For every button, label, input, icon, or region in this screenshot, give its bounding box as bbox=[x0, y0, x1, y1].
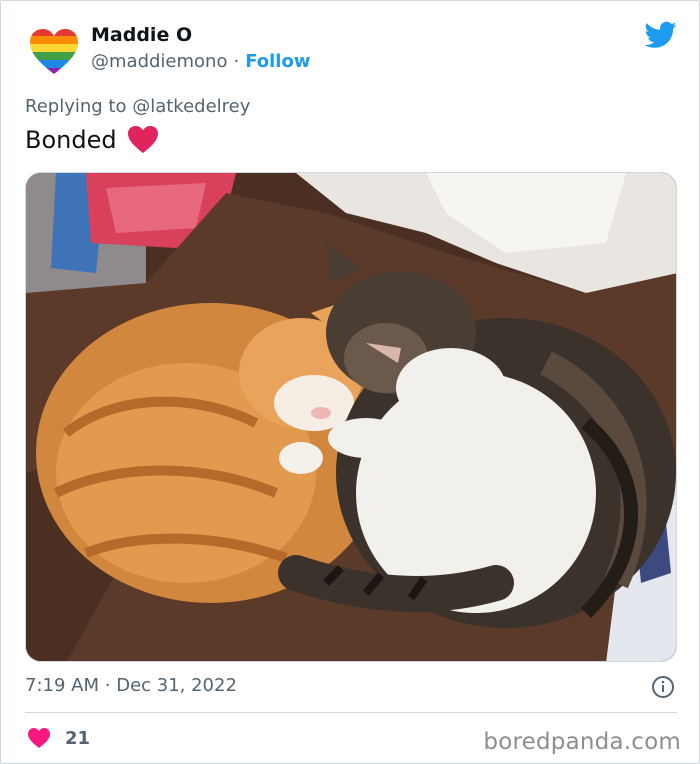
tweet-time: 7:19 AM bbox=[25, 675, 99, 696]
tweet-text-content: Bonded bbox=[25, 125, 117, 154]
tweet-text: Bonded bbox=[25, 125, 159, 154]
timestamp-separator: · bbox=[104, 675, 111, 696]
reply-prefix: Replying to bbox=[25, 96, 127, 117]
boredpanda-watermark: boredpanda.com bbox=[483, 729, 681, 755]
footer-divider bbox=[25, 712, 677, 713]
heart-icon bbox=[28, 728, 50, 748]
follow-button[interactable]: Follow bbox=[245, 51, 310, 72]
reply-context: Replying to @latkedelrey bbox=[25, 96, 250, 117]
author-avatar[interactable] bbox=[25, 23, 83, 81]
tweet-photo[interactable] bbox=[25, 172, 677, 662]
like-count: 21 bbox=[65, 727, 91, 749]
tweet-timestamp[interactable]: 7:19 AM · Dec 31, 2022 bbox=[25, 675, 237, 696]
tweet-date: Dec 31, 2022 bbox=[116, 675, 237, 696]
reply-mention-link[interactable]: @latkedelrey bbox=[132, 96, 250, 117]
twitter-bird-icon[interactable] bbox=[645, 21, 677, 49]
photo-two-cats-cuddling bbox=[26, 173, 676, 661]
info-icon[interactable] bbox=[651, 675, 675, 699]
author-handle[interactable]: @maddiemono bbox=[91, 51, 227, 72]
author-name[interactable]: Maddie O bbox=[91, 24, 192, 46]
red-heart-icon bbox=[127, 126, 158, 153]
rainbow-heart-icon bbox=[30, 29, 78, 74]
like-button[interactable]: 21 bbox=[27, 727, 90, 749]
tweet-card: Maddie O @maddiemono · Follow Replying to … bbox=[0, 0, 700, 764]
handle-separator: · bbox=[233, 51, 240, 72]
author-handle-row: @maddiemono · Follow bbox=[91, 51, 310, 72]
